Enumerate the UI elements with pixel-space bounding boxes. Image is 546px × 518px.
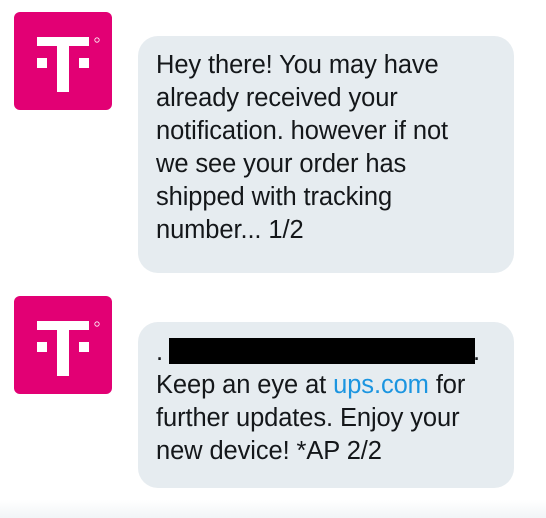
redaction-bar: [169, 338, 475, 364]
message-thread: Hey there! You may have already received…: [0, 0, 546, 518]
ups-link[interactable]: ups.com: [333, 371, 429, 399]
message-line: further updates. Enjoy your: [156, 404, 460, 432]
t-mobile-logo-icon: [37, 321, 100, 376]
message-bubble: . . Keep an eye at ups.com for further u…: [138, 322, 514, 488]
message-line: shipped with tracking: [156, 183, 393, 211]
bottom-shadow: [0, 500, 546, 518]
message-line: we see your order has: [156, 150, 407, 178]
message-line: new device! *AP 2/2: [156, 437, 382, 465]
message-line: already received your: [156, 84, 398, 112]
message-line: Hey there! You may have: [156, 51, 439, 79]
message-bubble: Hey there! You may have already received…: [138, 36, 514, 273]
avatar[interactable]: [14, 12, 112, 110]
redacted-line-suffix: .: [473, 338, 480, 366]
redacted-line-prefix: .: [156, 338, 163, 366]
t-mobile-logo-icon: [37, 37, 100, 92]
message-text: Keep an eye at: [156, 371, 334, 399]
message-text: for: [428, 371, 466, 399]
avatar[interactable]: [14, 296, 112, 394]
message-line: number... 1/2: [156, 216, 304, 244]
redacted-line: . .: [156, 336, 498, 369]
message-line: notification. however if not: [156, 117, 449, 145]
message-line: Keep an eye at ups.com for: [156, 369, 498, 402]
